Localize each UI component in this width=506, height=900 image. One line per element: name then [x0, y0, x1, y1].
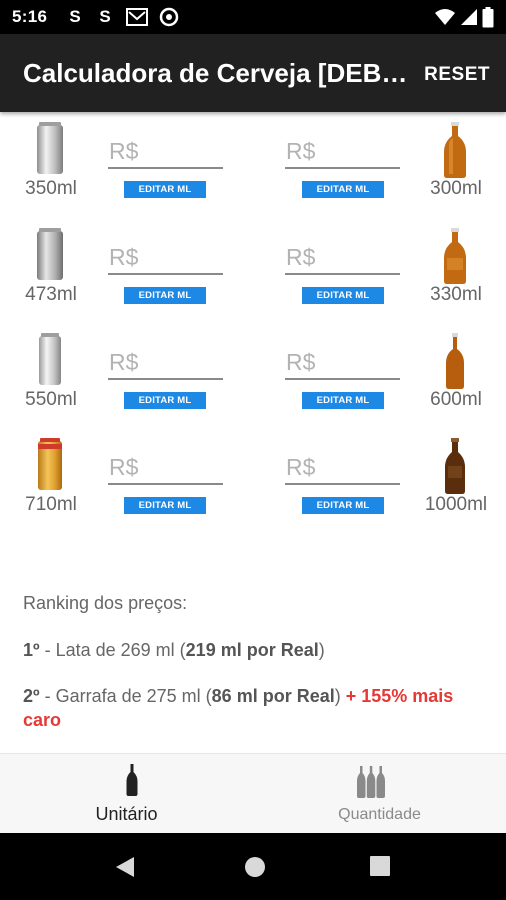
wifi-icon — [435, 9, 455, 25]
edit-ml-button[interactable]: EDITAR ML — [302, 497, 384, 514]
silver-can-icon — [37, 122, 63, 174]
recents-icon[interactable] — [369, 855, 391, 877]
edit-ml-button[interactable]: EDITAR ML — [124, 392, 206, 409]
beer-row: 710ml R$ EDITAR ML R$ EDITAR ML 1000ml — [0, 434, 506, 540]
ranking-close: ) — [318, 640, 325, 660]
ranking-position: 2º — [23, 686, 40, 706]
bottle-price-input[interactable]: R$ — [285, 136, 400, 169]
ranking-item: 2º - Garrafa de 275 ml (86 ml por Real) … — [23, 684, 493, 732]
battery-icon — [482, 7, 494, 28]
can-price-input[interactable]: R$ — [108, 347, 223, 380]
tab-unitario[interactable]: Unitário — [0, 754, 253, 834]
beer-row: 350ml R$ EDITAR ML R$ EDITAR ML 300ml — [0, 118, 506, 224]
tab-label: Unitário — [95, 804, 158, 824]
system-nav-bar — [0, 833, 506, 900]
silver-can-icon — [39, 333, 61, 385]
vpn-icon — [158, 6, 180, 28]
ranking-heading: Ranking dos preços: — [23, 593, 188, 613]
edit-ml-button[interactable]: EDITAR ML — [302, 392, 384, 409]
ranking-position: 1º — [23, 640, 40, 660]
bottle-price-input[interactable]: R$ — [285, 452, 400, 485]
bottle-price-input[interactable]: R$ — [285, 347, 400, 380]
dark-bottle-icon — [445, 438, 465, 494]
app-title: Calculadora de Cerveja [DEB… — [23, 58, 408, 88]
can-price-input[interactable]: R$ — [108, 242, 223, 275]
amber-bottle-icon — [444, 122, 466, 178]
amber-bottle-icon — [446, 333, 464, 389]
single-bottle-icon — [126, 764, 138, 796]
ranking-text: - Garrafa de 275 ml ( — [39, 686, 212, 706]
gold-can-icon — [38, 438, 62, 490]
s-app-icon: S — [69, 7, 81, 26]
status-time: 5:16 — [12, 7, 48, 26]
app-bar: Calculadora de Cerveja [DEB… RESET — [0, 34, 506, 112]
tab-label: Quantidade — [338, 806, 421, 823]
right-size-label: 1000ml — [424, 494, 488, 515]
reset-button[interactable]: RESET — [424, 64, 490, 86]
right-size-label: 330ml — [430, 284, 482, 305]
tab-quantidade[interactable]: Quantidade — [253, 754, 506, 834]
gmail-icon — [126, 6, 148, 28]
left-size-label: 710ml — [25, 494, 77, 515]
edit-ml-button[interactable]: EDITAR ML — [302, 181, 384, 198]
edit-ml-button[interactable]: EDITAR ML — [124, 287, 206, 304]
multiple-bottles-icon — [357, 766, 385, 798]
back-icon[interactable] — [114, 855, 136, 879]
right-size-label: 300ml — [430, 178, 482, 199]
signal-icon — [461, 9, 477, 25]
left-size-label: 550ml — [25, 389, 77, 410]
right-size-label: 600ml — [430, 389, 482, 410]
status-bar: 5:16 S S — [0, 0, 506, 34]
ranking-rate: 86 ml por Real — [211, 686, 335, 706]
silver-can-icon — [37, 228, 63, 280]
edit-ml-button[interactable]: EDITAR ML — [124, 181, 206, 198]
ranking-item: 1º - Lata de 269 ml (219 ml por Real) — [23, 638, 493, 662]
edit-ml-button[interactable]: EDITAR ML — [302, 287, 384, 304]
home-icon[interactable] — [243, 855, 267, 879]
beer-row: 473ml R$ EDITAR ML R$ EDITAR ML 330ml — [0, 224, 506, 330]
left-size-label: 350ml — [25, 178, 77, 199]
beer-row: 550ml R$ EDITAR ML R$ EDITAR ML 600ml — [0, 329, 506, 435]
left-size-label: 473ml — [25, 284, 77, 305]
can-price-input[interactable]: R$ — [108, 136, 223, 169]
bottle-price-input[interactable]: R$ — [285, 242, 400, 275]
ranking-rate: 219 ml por Real — [185, 640, 319, 660]
edit-ml-button[interactable]: EDITAR ML — [124, 497, 206, 514]
ranking-text: - Lata de 269 ml ( — [39, 640, 186, 660]
can-price-input[interactable]: R$ — [108, 452, 223, 485]
amber-bottle-icon — [444, 228, 466, 284]
s-app-icon: S — [99, 7, 111, 26]
bottom-navigation: Unitário Quantidade — [0, 753, 506, 833]
